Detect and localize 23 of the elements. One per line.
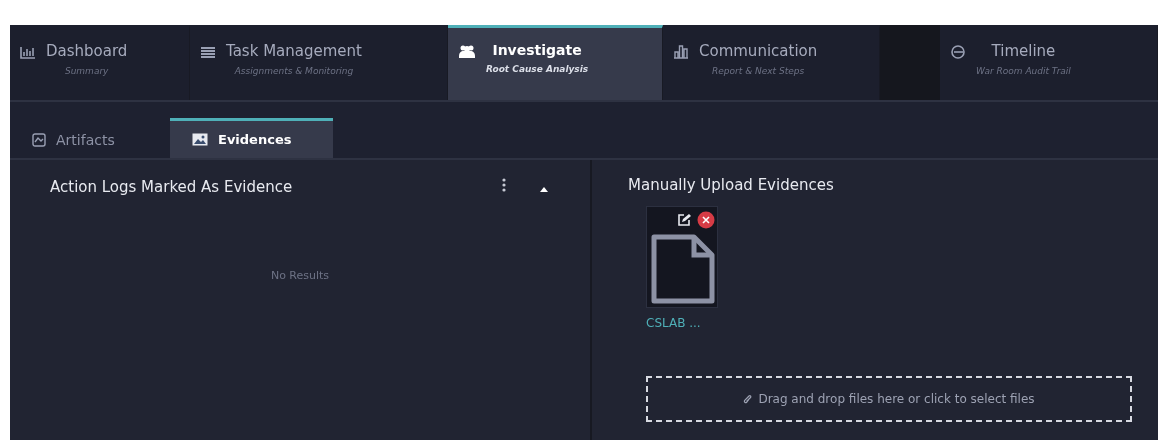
users-icon xyxy=(458,44,476,59)
image-icon xyxy=(192,133,208,146)
tab-subtitle: Root Cause Analysis xyxy=(486,64,589,74)
list-icon xyxy=(200,46,216,59)
file-dropzone[interactable]: Drag and drop files here or click to select files xyxy=(646,376,1132,422)
document-icon xyxy=(650,233,716,305)
tab-subtitle: Assignments & Monitoring xyxy=(234,66,354,76)
main-tab[interactable]: Investigate Root Cause Analysis xyxy=(448,25,663,100)
file-card[interactable] xyxy=(646,206,718,308)
tab-subtitle: War Room Audit Trail xyxy=(976,66,1071,76)
sub-tab[interactable]: Evidences xyxy=(170,118,333,158)
tab-subtitle: Report & Next Steps xyxy=(712,66,805,76)
artifact-icon xyxy=(32,132,46,147)
bar-chart-icon xyxy=(20,46,36,59)
empty-message: No Results xyxy=(269,269,331,282)
panel-title: Action Logs Marked As Evidence xyxy=(50,177,294,196)
tab-subtitle: Summary xyxy=(64,66,109,76)
paperclip-icon xyxy=(743,393,753,405)
panel-title: Manually Upload Evidences xyxy=(628,176,835,194)
bar-chart-icon xyxy=(673,44,689,59)
sub-tab[interactable]: Artifacts xyxy=(10,118,170,158)
file-name[interactable]: CSLAB ... xyxy=(646,316,718,330)
timeline-icon xyxy=(950,44,966,60)
